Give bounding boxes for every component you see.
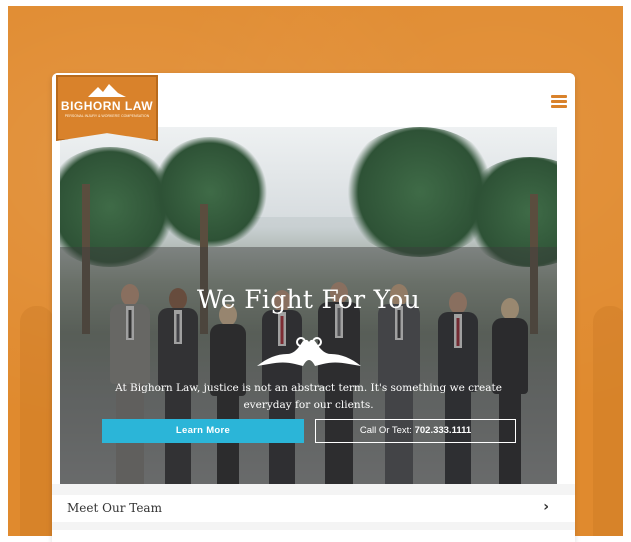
meet-our-team-label: Meet Our Team: [67, 501, 162, 515]
hamburger-icon[interactable]: [551, 95, 567, 108]
call-button[interactable]: Call Or Text: 702.333.1111: [315, 419, 516, 443]
background-figure: [593, 306, 623, 536]
logo-name: BIGHORN LAW: [60, 99, 154, 113]
background-figure: [20, 306, 54, 536]
hero-description: At Bighorn Law, justice is not an abstra…: [115, 382, 502, 411]
mobile-site-frame: BIGHORN LAW PERSONAL INJURY & WORKERS' C…: [52, 73, 575, 542]
bighorn-rams-icon: [257, 337, 361, 366]
call-number: 702.333.1111: [414, 425, 472, 436]
meet-our-team-row[interactable]: Meet Our Team ›: [52, 495, 575, 522]
team-section: Meet Our Team ›: [52, 484, 575, 542]
site-logo[interactable]: BIGHORN LAW PERSONAL INJURY & WORKERS' C…: [56, 75, 158, 141]
tree-foliage: [150, 137, 270, 247]
hero-title: We Fight For You: [196, 285, 421, 314]
hero-banner: We Fight For You At Bighorn Law, justice…: [60, 127, 557, 484]
chevron-right-icon: ›: [543, 499, 549, 515]
learn-more-button[interactable]: Learn More: [102, 419, 304, 443]
call-prefix: Call Or Text:: [359, 425, 415, 436]
next-section-row: [52, 530, 575, 542]
logo-tagline: PERSONAL INJURY & WORKERS' COMPENSATION: [64, 114, 150, 118]
mountain-icon: [88, 84, 126, 97]
